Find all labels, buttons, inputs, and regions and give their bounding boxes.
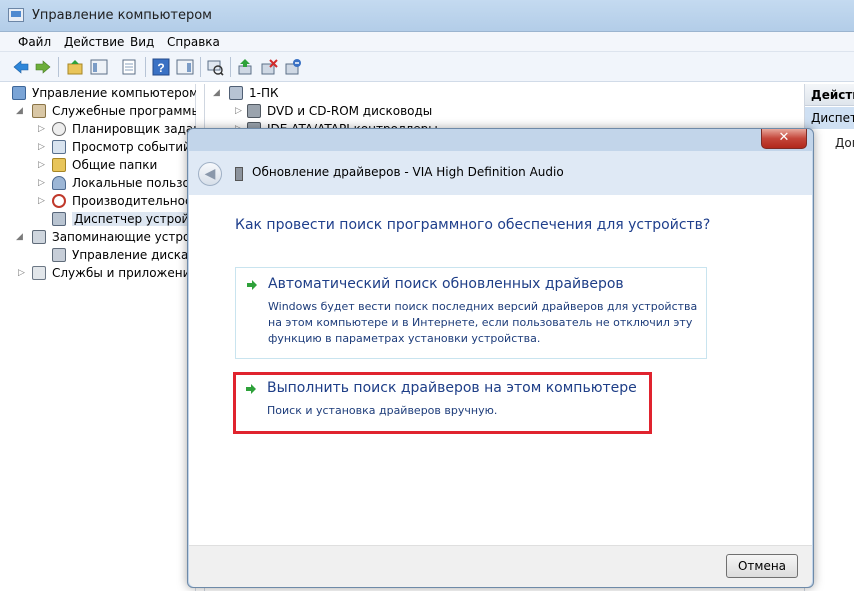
- up-folder-icon[interactable]: [66, 58, 84, 76]
- show-hide-action-pane-icon[interactable]: [176, 58, 194, 76]
- tree-item-shared-folders[interactable]: ▷ Общие папки: [12, 156, 196, 174]
- tree-item-storage[interactable]: ◢ Запоминающие устрой: [12, 228, 196, 246]
- menu-bar: Файл Действие Вид Справка: [0, 32, 854, 52]
- tree-item-label: Производительность: [72, 194, 196, 208]
- event-viewer-icon: [52, 140, 66, 154]
- expand-triangle-icon[interactable]: ▷: [38, 124, 45, 134]
- expand-triangle-icon[interactable]: ▷: [18, 268, 25, 278]
- tools-icon: [32, 104, 46, 118]
- tree-item-label: Службы и приложения: [52, 266, 196, 280]
- tree-item-local-users[interactable]: ▷ Локальные пользова: [12, 174, 196, 192]
- tree-item-label: Запоминающие устрой: [52, 230, 196, 244]
- dialog-title: Обновление драйверов - VIA High Definiti…: [252, 165, 564, 179]
- close-button[interactable]: ✕: [761, 129, 807, 149]
- performance-icon: [52, 194, 66, 208]
- device-category-dvd[interactable]: ▷ DVD и CD-ROM дисководы: [229, 102, 529, 120]
- tree-item-label: Управление компьютером (л: [32, 86, 196, 100]
- update-driver-dialog: ✕ ◀ Обновление драйверов - VIA High Defi…: [187, 128, 814, 588]
- collapse-triangle-icon[interactable]: ◢: [213, 88, 220, 98]
- audio-device-icon: [235, 167, 243, 181]
- device-manager-icon: [52, 212, 66, 226]
- dialog-header: ◀ Обновление драйверов - VIA High Defini…: [189, 151, 812, 195]
- shared-folder-icon: [52, 158, 66, 172]
- actions-header: Действия: [805, 84, 854, 106]
- window-title: Управление компьютером: [32, 8, 212, 23]
- device-category-label: DVD и CD-ROM дисководы: [267, 104, 433, 118]
- dialog-body: Как провести поиск программного обеспече…: [189, 195, 812, 545]
- menu-action[interactable]: Действие: [64, 35, 124, 49]
- tree-item-label: Общие папки: [72, 158, 158, 172]
- actions-selected-section[interactable]: Диспетчер устройств: [805, 107, 854, 129]
- tree-item-label: Диспетчер устройств: [72, 212, 196, 226]
- tree-item-label: Управление дисками: [72, 248, 196, 262]
- uninstall-device-icon[interactable]: [284, 58, 302, 76]
- tree-item-label: Планировщик заданий: [72, 122, 196, 136]
- expand-triangle-icon[interactable]: ▷: [38, 178, 45, 188]
- tree-item-disk-management[interactable]: Управление дисками: [12, 246, 196, 264]
- back-button[interactable]: ◀: [198, 162, 222, 186]
- tree-item-event-viewer[interactable]: ▷ Просмотр событий: [12, 138, 196, 156]
- device-root-label: 1-ПК: [249, 86, 279, 100]
- dialog-footer: Отмена: [189, 545, 812, 587]
- auto-search-title: Автоматический поиск обновленных драйвер…: [268, 276, 624, 292]
- storage-icon: [32, 230, 46, 244]
- highlight-frame: [233, 372, 652, 434]
- device-root[interactable]: ◢ 1-ПК: [209, 84, 509, 102]
- menu-file[interactable]: Файл: [18, 35, 51, 49]
- computer-icon: [229, 86, 243, 100]
- expand-triangle-icon[interactable]: ▷: [235, 106, 242, 116]
- tree-item-label: Локальные пользова: [72, 176, 196, 190]
- menu-help[interactable]: Справка: [167, 35, 220, 49]
- toolbar: ?: [0, 52, 854, 82]
- back-arrow-icon[interactable]: [12, 58, 30, 76]
- tree-item-label: Служебные программы: [52, 104, 196, 118]
- dvd-drive-icon: [247, 104, 261, 118]
- disk-management-icon: [52, 248, 66, 262]
- svg-text:?: ?: [157, 61, 164, 75]
- services-icon: [32, 266, 46, 280]
- collapse-triangle-icon[interactable]: ◢: [16, 106, 23, 116]
- expand-triangle-icon[interactable]: ▷: [38, 142, 45, 152]
- computer-management-icon: [12, 86, 26, 100]
- tree-item-label: Просмотр событий: [72, 140, 191, 154]
- expand-triangle-icon[interactable]: ▷: [38, 160, 45, 170]
- scan-hardware-icon[interactable]: [206, 58, 224, 76]
- users-icon: [52, 176, 66, 190]
- dialog-question: Как провести поиск программного обеспече…: [235, 217, 711, 233]
- auto-search-description: Windows будет вести поиск последних верс…: [268, 300, 698, 345]
- forward-arrow-icon[interactable]: [34, 58, 52, 76]
- green-arrow-icon: [246, 279, 258, 291]
- navigation-tree: Управление компьютером (л ◢ Служебные пр…: [8, 84, 196, 591]
- tree-item-computer-management[interactable]: Управление компьютером (л: [12, 84, 196, 102]
- computer-management-icon: [8, 8, 24, 22]
- auto-search-option[interactable]: Автоматический поиск обновленных драйвер…: [235, 267, 707, 359]
- tree-item-device-manager[interactable]: Диспетчер устройств: [12, 210, 196, 228]
- update-driver-icon[interactable]: [236, 58, 254, 76]
- properties-icon[interactable]: [120, 58, 138, 76]
- cancel-button[interactable]: Отмена: [726, 554, 798, 578]
- window-titlebar: Управление компьютером: [0, 0, 854, 32]
- clock-icon: [52, 122, 66, 136]
- tree-item-system-tools[interactable]: ◢ Служебные программы: [12, 102, 196, 120]
- tree-item-task-scheduler[interactable]: ▷ Планировщик заданий: [12, 120, 196, 138]
- collapse-triangle-icon[interactable]: ◢: [16, 232, 23, 242]
- expand-triangle-icon[interactable]: ▷: [38, 196, 45, 206]
- show-hide-tree-icon[interactable]: [90, 58, 108, 76]
- menu-view[interactable]: Вид: [130, 35, 154, 49]
- tree-item-performance[interactable]: ▷ Производительность: [12, 192, 196, 210]
- disable-device-icon[interactable]: [260, 58, 278, 76]
- help-icon[interactable]: ?: [152, 58, 170, 76]
- tree-item-services[interactable]: ▷ Службы и приложения: [12, 264, 196, 282]
